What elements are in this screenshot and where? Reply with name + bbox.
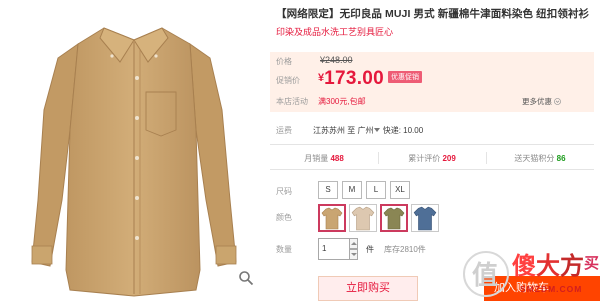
color-swatch-beige[interactable] (349, 204, 377, 232)
quantity-label: 数量 (276, 245, 292, 254)
product-subtitle: 印染及成品水洗工艺别具匠心 (276, 27, 394, 37)
quantity-row: 数量 1 件 库存2810件 (270, 236, 594, 262)
product-title: 【网络限定】无印良品 MUJI 男式 新疆棉牛津面料染色 纽扣领衬衫 (276, 8, 590, 20)
stat-value: 209 (442, 154, 456, 163)
original-price: ¥248.00 (320, 55, 353, 65)
quantity-increase-button[interactable] (349, 238, 358, 249)
more-offers-label: 更多优惠 (522, 97, 552, 106)
stat-value: 86 (556, 154, 566, 163)
chevron-down-icon (554, 98, 561, 105)
promo-price-value: 173.00 (324, 68, 385, 89)
arrow-up-icon (351, 242, 357, 245)
arrow-down-icon (351, 253, 357, 256)
shirt-thumbnail-icon (383, 207, 405, 230)
ship-to-word: 至 (347, 126, 356, 135)
shipping-label: 运费 (276, 126, 292, 135)
product-image-panel (0, 0, 262, 301)
store-event-label: 本店活动 (276, 97, 308, 106)
stat-label: 月销量 (304, 154, 329, 163)
color-swatch-olive[interactable] (380, 204, 408, 232)
shirt-thumbnail-icon (321, 207, 343, 230)
ship-destination-select[interactable]: 广州 (357, 126, 381, 135)
shirt-thumbnail-icon (413, 206, 437, 231)
stat-value: 488 (330, 154, 344, 163)
stock-count: 库存2810件 (384, 245, 426, 254)
ship-destination: 广州 (357, 126, 374, 135)
size-option-s[interactable]: S (318, 181, 338, 199)
size-option-xl[interactable]: XL (390, 181, 410, 199)
promo-price: ¥173.00 优惠促销 (318, 68, 423, 90)
more-offers-link[interactable]: 更多优惠 (522, 96, 561, 107)
color-label: 颜色 (276, 213, 292, 222)
ship-method: 快递: 10.00 (382, 126, 424, 135)
stat-monthly-sales: 月销量 488 (270, 153, 378, 164)
store-event: 满300元,包邮 (318, 97, 366, 106)
price-box: 价格 ¥248.00 促销价 ¥173.00 优惠促销 本店活动 满300元,包邮… (270, 52, 594, 112)
add-to-cart-button[interactable]: 加入购物车 (484, 276, 600, 301)
size-label: 尺码 (276, 187, 292, 196)
zoom-icon[interactable] (238, 270, 254, 286)
size-row: 尺码 S M L XL (270, 180, 594, 202)
stat-label: 送天猫积分 (514, 154, 555, 163)
stats-bar: 月销量 488 累计评价 209 送天猫积分 86 (270, 144, 594, 170)
stat-reviews[interactable]: 累计评价 209 (378, 153, 486, 164)
shipping-row: 运费 江苏苏州 至 广州 快递: 10.00 (270, 120, 594, 138)
size-option-m[interactable]: M (342, 181, 362, 199)
shirt-thumbnail-icon (351, 206, 375, 231)
stat-points: 送天猫积分 86 (486, 153, 594, 164)
color-swatch-blue[interactable] (411, 204, 439, 232)
buy-now-button[interactable]: 立即购买 (318, 276, 418, 301)
color-swatch-khaki[interactable] (318, 204, 346, 232)
quantity-unit: 件 (366, 245, 374, 254)
ship-from: 江苏苏州 (313, 126, 345, 135)
product-photo[interactable] (0, 0, 262, 301)
promo-tag: 优惠促销 (388, 71, 423, 83)
original-price-label: 价格 (276, 57, 292, 66)
product-info-panel: 【网络限定】无印良品 MUJI 男式 新疆棉牛津面料染色 纽扣领衬衫 印染及成品… (270, 0, 600, 301)
quantity-decrease-button[interactable] (349, 249, 358, 260)
stat-label: 累计评价 (408, 154, 441, 163)
shipping-info: 江苏苏州 至 广州 快递: 10.00 (313, 125, 423, 136)
caret-down-icon (374, 128, 381, 132)
size-option-l[interactable]: L (366, 181, 386, 199)
color-row: 颜色 (270, 204, 594, 234)
promo-price-label: 促销价 (276, 76, 300, 85)
